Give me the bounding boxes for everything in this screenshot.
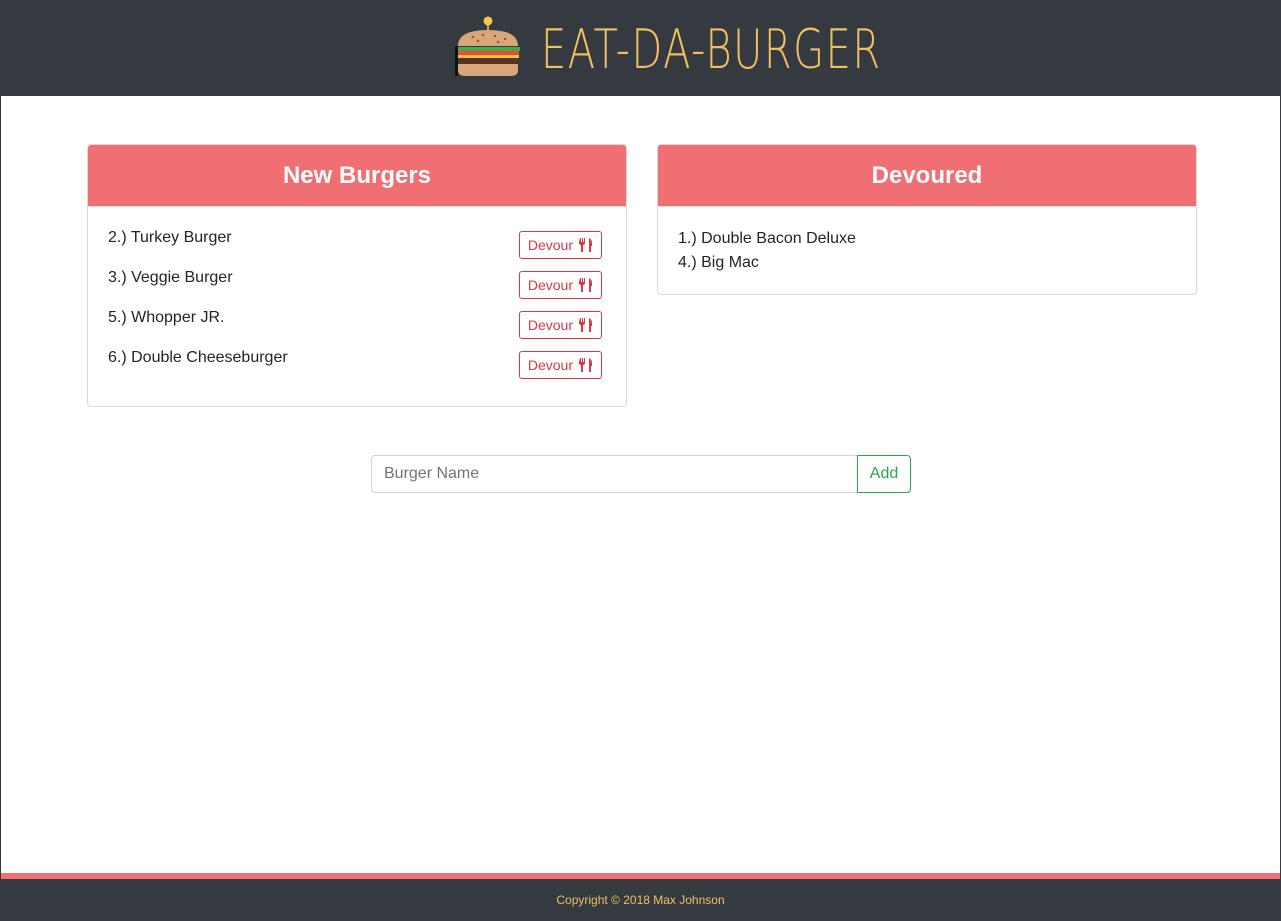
devour-button[interactable]: Devour bbox=[518, 311, 602, 339]
utensils-icon bbox=[579, 358, 592, 372]
burger-name: 5.) Whopper JR. bbox=[108, 309, 225, 326]
devoured-card: Devoured 1.) Double Bacon Deluxe 4.) Big… bbox=[657, 144, 1197, 295]
burger-name: 6.) Double Cheeseburger bbox=[108, 349, 288, 366]
devoured-list: 1.) Double Bacon Deluxe 4.) Big Mac bbox=[658, 207, 1196, 275]
devour-label: Devour bbox=[527, 357, 573, 373]
burger-name-input[interactable] bbox=[371, 455, 857, 493]
devour-label: Devour bbox=[527, 277, 573, 293]
devour-label: Devour bbox=[527, 317, 573, 333]
burger-row: 6.) Double Cheeseburger Devour bbox=[108, 347, 602, 387]
devoured-item: 1.) Double Bacon Deluxe bbox=[678, 230, 856, 247]
devoured-item: 4.) Big Mac bbox=[678, 254, 759, 271]
utensils-icon bbox=[579, 278, 592, 292]
burger-name: 3.) Veggie Burger bbox=[108, 269, 233, 286]
devoured-title: Devoured bbox=[658, 145, 1196, 207]
site-header: EAT-DA-BURGER bbox=[1, 0, 1280, 96]
utensils-icon bbox=[579, 318, 592, 332]
utensils-icon bbox=[579, 238, 592, 252]
new-burgers-card: New Burgers 2.) Turkey Burger Devour 3.)… bbox=[87, 144, 627, 407]
add-burger-form: Add bbox=[371, 455, 911, 493]
site-footer: Copyright © 2018 Max Johnson bbox=[1, 879, 1280, 921]
devour-button[interactable]: Devour bbox=[518, 351, 602, 379]
add-button[interactable]: Add bbox=[857, 455, 911, 493]
new-burgers-list: 2.) Turkey Burger Devour 3.) Veggie Burg… bbox=[88, 207, 626, 387]
devour-label: Devour bbox=[527, 237, 573, 253]
new-burgers-title: New Burgers bbox=[88, 145, 626, 207]
devour-button[interactable]: Devour bbox=[518, 271, 602, 299]
burger-row: 5.) Whopper JR. Devour bbox=[108, 307, 602, 347]
burger-icon bbox=[454, 16, 520, 76]
copyright-text: Copyright © 2018 Max Johnson bbox=[556, 893, 725, 907]
burger-row: 3.) Veggie Burger Devour bbox=[108, 267, 602, 307]
site-title: EAT-DA-BURGER bbox=[540, 18, 882, 81]
burger-name: 2.) Turkey Burger bbox=[108, 229, 232, 246]
burger-row: 2.) Turkey Burger Devour bbox=[108, 227, 602, 267]
brand[interactable]: EAT-DA-BURGER bbox=[453, 16, 882, 81]
devour-button[interactable]: Devour bbox=[518, 231, 602, 259]
